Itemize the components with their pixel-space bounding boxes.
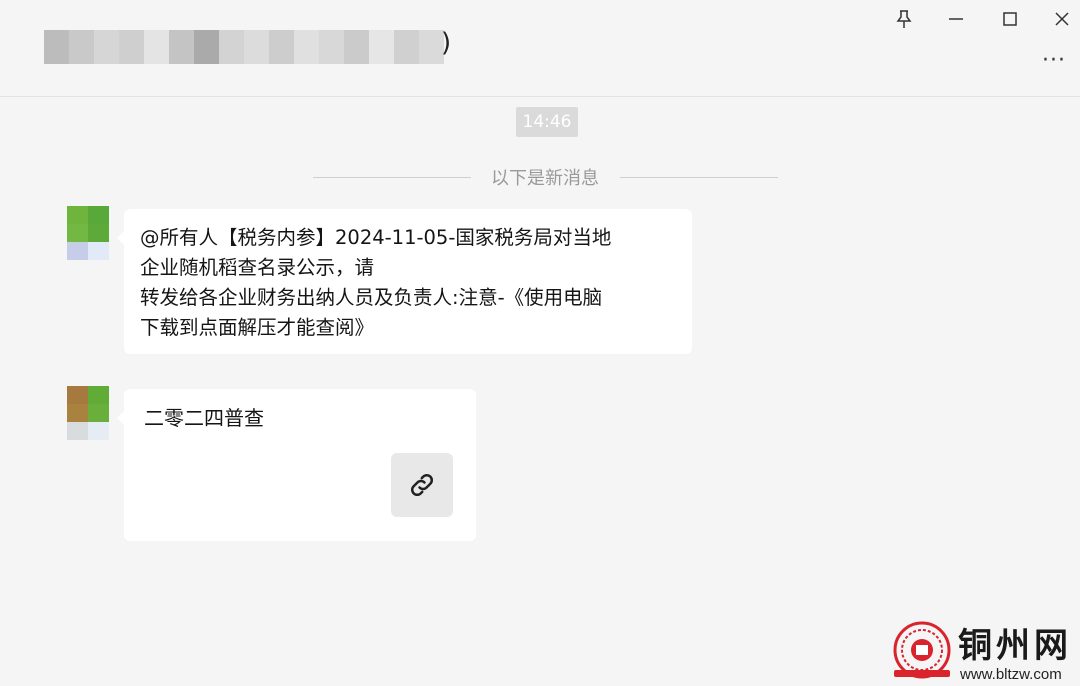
avatar[interactable] [67,206,109,260]
new-messages-divider: 以下是新消息 [491,168,599,189]
divider-line-left [313,177,471,178]
watermark-url: www.bltzw.com [960,666,1062,683]
message-timestamp: 14:46 [516,107,578,137]
watermark: 铜州网 www.bltzw.com [890,620,1080,686]
message-text: @所有人【税务内参】2024-11-05-国家税务局对当地 企业随机稻查名录公示… [124,209,692,343]
chat-header: ) ··· [0,0,1080,97]
watermark-name: 铜州网 [958,626,1072,666]
watermark-logo [893,621,951,679]
more-options-button[interactable]: ··· [1034,46,1074,74]
pin-button[interactable] [884,4,924,34]
link-button[interactable] [391,453,453,517]
message-line: 转发给各企业财务出纳人员及负责人:注意-《使用电脑 [140,286,603,309]
message-line: 企业随机稻查名录公示，请 [140,256,375,279]
pin-icon [896,10,912,28]
minimize-button[interactable] [936,4,976,34]
close-icon [1055,12,1069,26]
message-line: @所有人【税务内参】2024-11-05-国家税务局对当地 [140,226,612,249]
link-card-title: 二零二四普查 [144,406,264,430]
message-bubble[interactable]: @所有人【税务内参】2024-11-05-国家税务局对当地 企业随机稻查名录公示… [117,209,692,354]
minimize-icon [949,18,963,20]
message-line: 下载到点面解压才能查阅》 [140,316,375,339]
avatar[interactable] [67,386,109,440]
maximize-icon [1003,12,1017,26]
close-button[interactable] [1042,4,1080,34]
divider-line-right [620,177,778,178]
chat-title-blurred [44,30,444,64]
link-icon [410,473,434,497]
chat-title-suffix: ) [441,28,452,58]
maximize-button[interactable] [990,4,1030,34]
